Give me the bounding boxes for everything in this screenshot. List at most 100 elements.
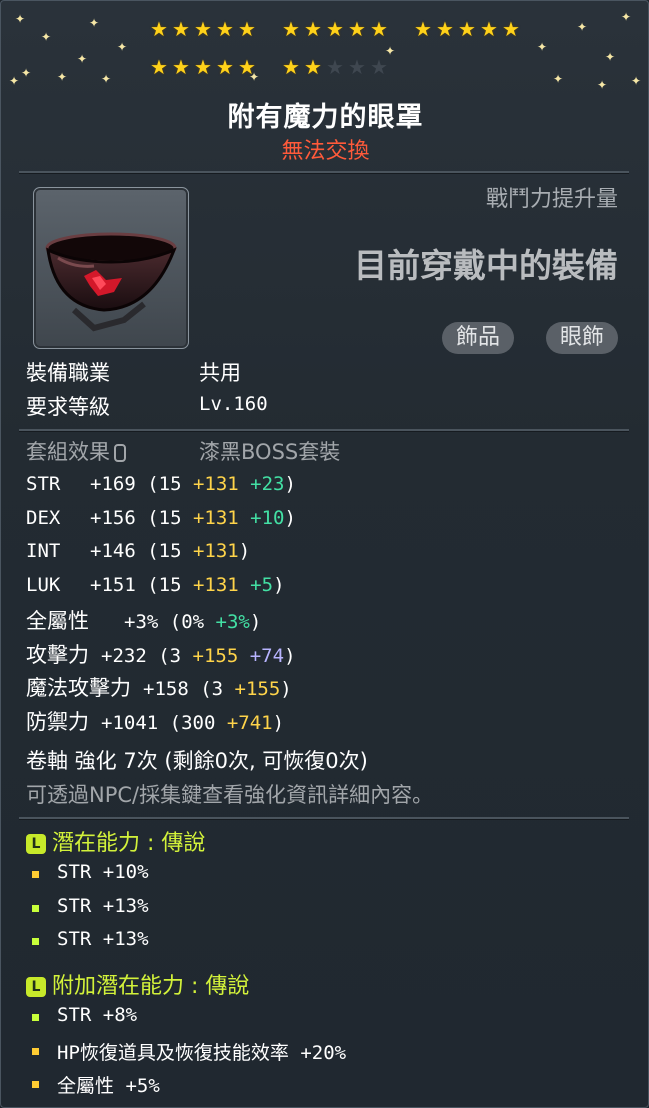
star-filled-icon: ★ [282, 17, 300, 41]
stat-starforce: +155 [223, 678, 281, 700]
stat-starforce: +741 [215, 711, 273, 734]
divider [19, 171, 629, 174]
stat-total: +3% [124, 611, 170, 633]
item-tooltip: ✦ ✦ ✦ ✦ ✦ ✦ ✦ ✦ ✦ ✦ ✦ ✦ ✦ ✦ ✦ ✦ ✦ ✦ ★ ★ ★ ★ ★ ★ ★ ★ ★ ★ ★ ★ ★ ★ ★ ★ ★ ★ ★ ★… [0, 0, 649, 1108]
bullet-icon [32, 938, 39, 945]
star-force-row-2: ★ ★ ★ ★ ★ ★ ★ ★ ★ ★ [1, 55, 648, 81]
stat-base: (3 [200, 678, 224, 700]
stat-name: LUK [26, 573, 61, 596]
scroll-upgrade-line: 卷軸 強化 7次 (剩餘0次, 可恢復0次) [26, 749, 368, 773]
star-filled-icon: ★ [238, 17, 256, 41]
job-value: 共用 [199, 361, 241, 385]
potential-line: STR +13% [57, 894, 149, 917]
potential-line: STR +13% [57, 928, 149, 950]
stat-row: INT +146 (15 +131) [26, 538, 250, 562]
stat-base: (300 [169, 711, 216, 734]
level-row: 要求等級 Lv.160 [26, 391, 268, 421]
star-filled-icon: ★ [238, 55, 256, 79]
stat-total: +158 [143, 678, 201, 700]
stat-row: 魔法攻擊力 +158 (3 +155) [26, 672, 292, 702]
stat-base: (15 [147, 573, 182, 596]
star-filled-icon: ★ [216, 55, 234, 79]
potential-header: L 潛在能力 : 傳說 [26, 825, 205, 857]
legendary-grade-icon: L [26, 834, 46, 854]
star-filled-icon: ★ [480, 17, 498, 41]
star-filled-icon: ★ [304, 55, 322, 79]
item-icon-frame [33, 187, 189, 349]
potential-line: 全屬性 +5% [57, 1075, 160, 1097]
star-filled-icon: ★ [436, 17, 454, 41]
stat-base: (15 [147, 473, 182, 495]
star-filled-icon: ★ [282, 55, 300, 79]
stat-row: DEX +156 (15 +131 +10) [26, 505, 296, 529]
stat-total: +169 [90, 473, 148, 495]
potential-line: HP恢復道具及恢復技能效率 +20% [57, 1041, 347, 1064]
stat-name: 攻擊力 [26, 642, 89, 667]
stat-total: +156 [90, 506, 148, 529]
stat-row: 攻擊力 +232 (3 +155 +74) [26, 639, 296, 669]
equipped-label: 目前穿戴中的裝備 [354, 246, 618, 285]
stat-close: ) [284, 473, 296, 495]
level-value: Lv.160 [199, 393, 268, 415]
star-filled-icon: ★ [458, 17, 476, 41]
stat-starforce: +131 [181, 473, 239, 495]
stat-row: 防禦力 +1041 (300 +741) [26, 706, 284, 736]
star-filled-icon: ★ [172, 17, 190, 41]
stat-row: LUK +151 (15 +131 +5) [26, 572, 285, 596]
stat-name: 防禦力 [26, 709, 89, 734]
star-filled-icon: ★ [150, 17, 168, 41]
stat-bonus: +3% [204, 611, 250, 633]
bullet-icon [32, 1047, 39, 1055]
potential-line: STR +8% [57, 1004, 138, 1026]
bullet-icon [32, 904, 39, 912]
star-empty-icon: ★ [348, 55, 366, 79]
bullet-icon [32, 1081, 39, 1088]
potential-title: 潛在能力 : 傳說 [52, 831, 206, 856]
stat-close: ) [273, 573, 285, 596]
stat-total: +151 [90, 573, 148, 596]
stat-bonus: +5 [238, 573, 274, 596]
stat-starforce: +131 [181, 573, 239, 596]
stat-base: (0% [169, 611, 205, 633]
lock-icon [114, 444, 126, 462]
stat-name: STR [26, 473, 61, 495]
stat-total: +232 [101, 644, 159, 667]
star-filled-icon: ★ [304, 17, 322, 41]
stat-close: ) [272, 711, 285, 734]
stat-name: INT [26, 540, 61, 562]
stat-name: 全屬性 [26, 609, 89, 633]
stat-base: (3 [158, 644, 182, 667]
item-name: 附有魔力的眼罩 [227, 102, 424, 133]
star-force-row-1: ★ ★ ★ ★ ★ ★ ★ ★ ★ ★ ★ ★ ★ ★ ★ [1, 17, 648, 43]
star-filled-icon: ★ [370, 17, 388, 41]
star-empty-icon: ★ [370, 55, 388, 79]
potential-line: STR +10% [57, 861, 149, 883]
star-filled-icon: ★ [414, 17, 432, 41]
stat-total: +1041 [101, 711, 170, 734]
stat-name: 魔法攻擊力 [26, 676, 131, 700]
set-effect-row: 套組效果 漆黑BOSS套裝 [26, 436, 340, 466]
star-filled-icon: ★ [150, 55, 168, 79]
bullet-icon [32, 1014, 39, 1021]
stat-bonus: +10 [238, 506, 285, 529]
scroll-hint: 可透過NPC/採集鍵查看強化資訊詳細內容。 [26, 783, 434, 807]
stat-name: DEX [26, 506, 61, 529]
stat-base: (15 [147, 506, 182, 529]
stat-starforce: +131 [181, 506, 239, 529]
stat-close: ) [284, 644, 296, 667]
stat-row: STR +169 (15 +131 +23) [26, 471, 296, 495]
stat-close: ) [238, 540, 251, 562]
set-effect-label: 套組效果 [26, 440, 110, 464]
level-label: 要求等級 [26, 395, 110, 419]
stat-total: +146 [90, 540, 148, 562]
star-filled-icon: ★ [194, 17, 212, 41]
tag-accessory: 飾品 [441, 322, 514, 354]
star-filled-icon: ★ [502, 17, 520, 41]
job-row: 裝備職業 共用 [26, 357, 241, 387]
stat-starforce: +155 [181, 644, 239, 667]
divider [19, 429, 629, 432]
divider [19, 817, 629, 820]
tag-eye-accessory: 眼飾 [545, 322, 618, 354]
star-filled-icon: ★ [172, 55, 190, 79]
combat-power-label: 戰鬥力提升量 [485, 187, 618, 212]
